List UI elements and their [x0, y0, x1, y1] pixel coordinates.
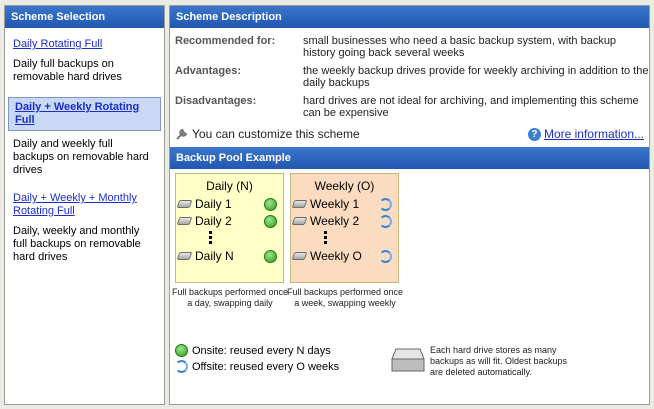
scheme-description-panel: Scheme Description Recommended for: smal…: [169, 5, 650, 405]
backup-pool-header: Backup Pool Example: [170, 147, 649, 169]
weekly-pool-caption: Full backups performed once a week, swap…: [286, 287, 404, 308]
hard-drive-large-icon: [391, 348, 425, 372]
recommended-text: small businesses who need a basic backup…: [303, 35, 617, 59]
offsite-legend: Offsite: reused every O weeks: [175, 360, 339, 373]
hard-drive-icon: [176, 252, 193, 260]
scheme-selected-daily-weekly[interactable]: Daily + Weekly Rotating Full: [8, 97, 161, 131]
weekly-item-o-label: Weekly O: [310, 249, 362, 263]
weekly-item-1-label: Weekly 1: [310, 197, 360, 211]
offsite-sync-icon: [175, 360, 188, 373]
daily-item-2: Daily 2: [176, 214, 281, 228]
scheme-description-header: Scheme Description: [170, 6, 649, 28]
onsite-recycle-icon: [175, 344, 188, 357]
hard-drive-icon: [176, 217, 193, 225]
daily-pool-caption: Full backups performed once a day, swapp…: [171, 287, 289, 308]
scheme-daily-desc: Daily full backups on removable hard dri…: [13, 58, 122, 83]
disadvantages-text: hard drives are not ideal for archiving,…: [303, 95, 639, 119]
daily-item-1: Daily 1: [176, 197, 281, 211]
ellipsis-dots: [209, 231, 212, 246]
weekly-pool-title: Weekly (O): [314, 179, 375, 193]
more-information-link[interactable]: More information...: [544, 127, 644, 141]
hard-drive-icon: [291, 252, 308, 260]
weekly-item-o: Weekly O: [291, 249, 396, 263]
scheme-daily-weekly-desc: Daily and weekly full backups on removab…: [13, 138, 149, 176]
daily-item-2-label: Daily 2: [195, 214, 232, 228]
weekly-item-2: Weekly 2: [291, 214, 396, 228]
customize-text: You can customize this scheme: [192, 127, 360, 141]
wrench-icon: [176, 128, 188, 140]
onsite-legend-text: Onsite: reused every N days: [192, 344, 331, 357]
scheme-selection-header: Scheme Selection: [5, 6, 164, 28]
weekly-pool-box: Weekly (O) Weekly 1 Weekly 2 Weekly O: [290, 173, 399, 283]
scheme-dwm-desc: Daily, weekly and monthly full backups o…: [13, 225, 141, 263]
weekly-item-2-label: Weekly 2: [310, 214, 360, 228]
daily-item-n-label: Daily N: [195, 249, 234, 263]
offsite-sync-icon: [379, 197, 392, 211]
more-info-row[interactable]: ? More information...: [527, 127, 644, 141]
hard-drive-icon: [291, 200, 308, 208]
disadvantages-label: Disadvantages:: [175, 95, 257, 107]
recommended-label: Recommended for:: [175, 35, 276, 47]
drive-note: Each hard drive stores as many backups a…: [430, 345, 568, 377]
daily-pool-box: Daily (N) Daily 1 Daily 2 Daily N: [175, 173, 284, 283]
onsite-legend: Onsite: reused every N days: [175, 344, 331, 357]
scheme-daily-weekly-monthly-rotating-full[interactable]: Daily + Weekly + Monthly Rotating Full: [5, 192, 164, 218]
daily-item-n: Daily N: [176, 249, 281, 263]
daily-item-1-label: Daily 1: [195, 197, 232, 211]
customize-row[interactable]: You can customize this scheme: [175, 127, 360, 141]
offsite-sync-icon: [379, 214, 392, 228]
scheme-daily-rotating-full[interactable]: Daily Rotating Full: [5, 38, 164, 51]
offsite-legend-text: Offsite: reused every O weeks: [192, 360, 340, 373]
advantages-text: the weekly backup drives provide for wee…: [303, 65, 649, 89]
weekly-item-1: Weekly 1: [291, 197, 396, 211]
onsite-recycle-icon: [264, 197, 277, 211]
daily-pool-title: Daily (N): [206, 179, 253, 193]
hard-drive-icon: [176, 200, 193, 208]
scheme-selection-panel: Scheme Selection Daily Rotating Full Dai…: [4, 5, 165, 405]
onsite-recycle-icon: [264, 214, 277, 228]
scheme-daily-weekly-rotating-full[interactable]: Daily + Weekly Rotating Full: [15, 101, 154, 127]
advantages-label: Advantages:: [175, 65, 242, 77]
onsite-recycle-icon: [264, 249, 277, 263]
ellipsis-dots: [324, 231, 327, 246]
hard-drive-icon: [291, 217, 308, 225]
help-icon: ?: [527, 127, 541, 141]
offsite-sync-icon: [379, 249, 392, 263]
